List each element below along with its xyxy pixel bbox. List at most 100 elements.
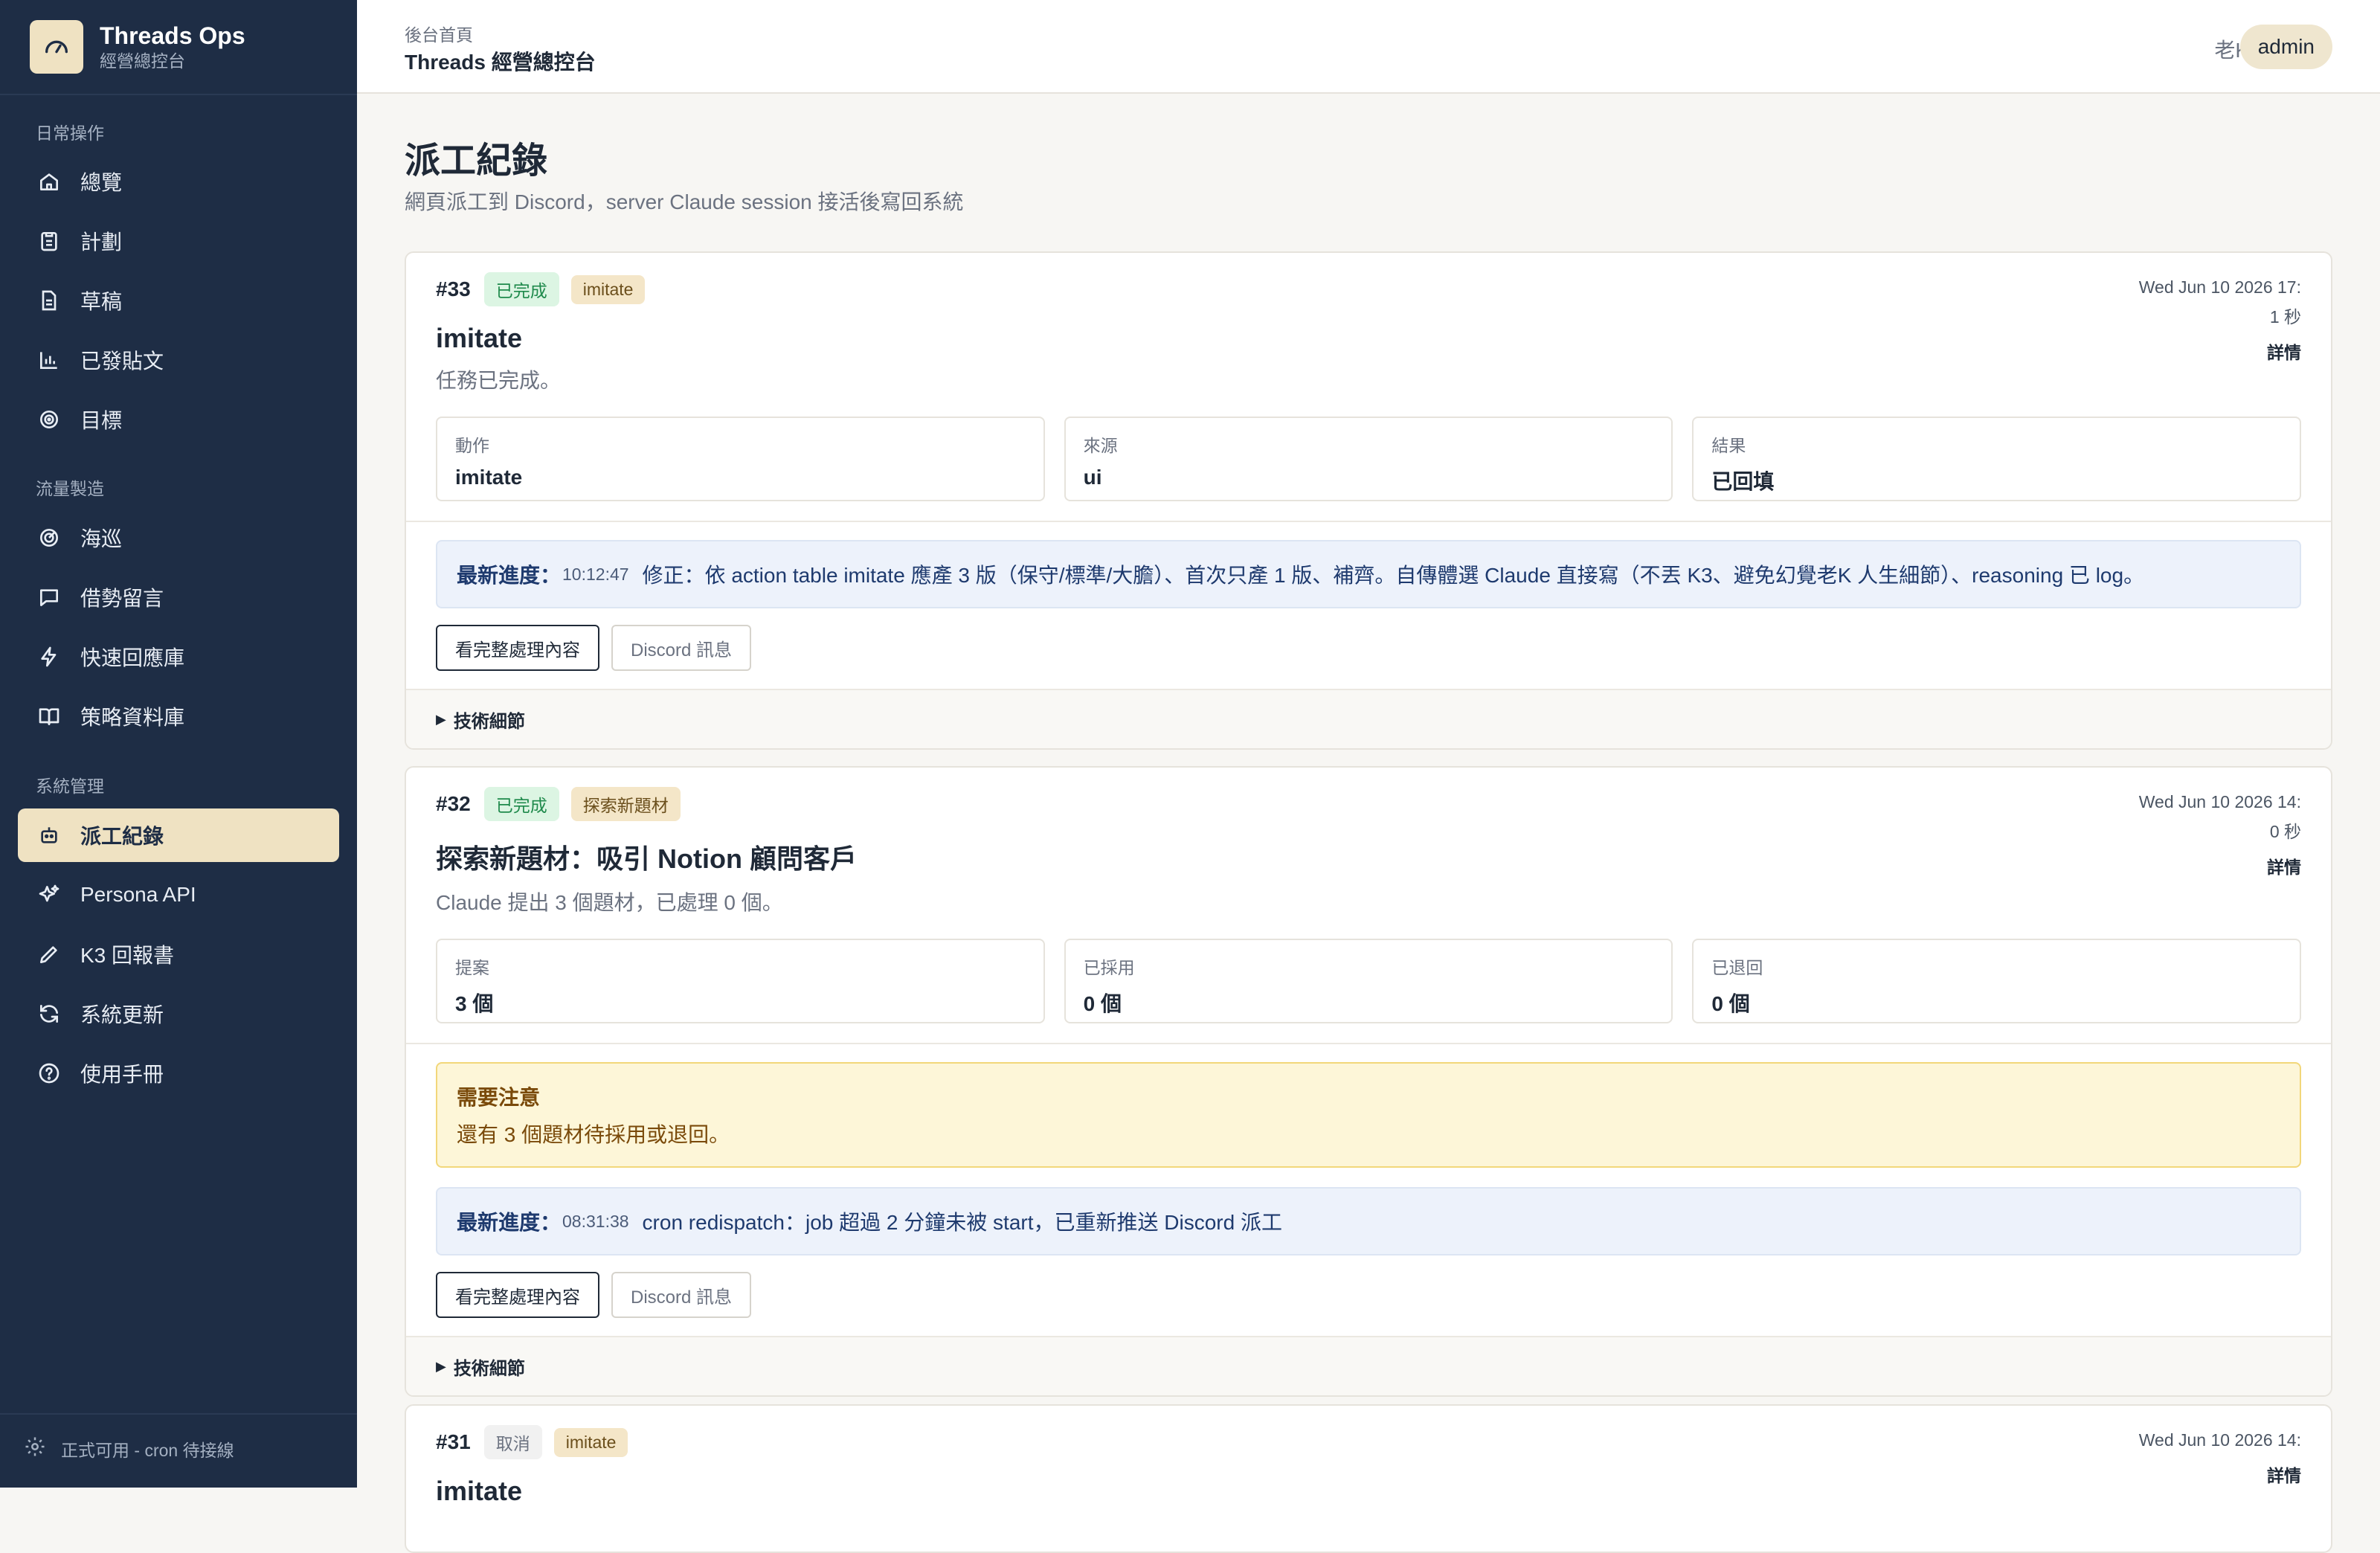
progress-time: 10:12:47 xyxy=(562,564,629,584)
progress-panel: 最新進度： 10:12:47 修正：依 action table imitate… xyxy=(436,540,2301,608)
stat-box: 提案 3 個 xyxy=(436,939,1045,1023)
target-icon xyxy=(36,406,62,433)
sidebar-item-label: 系統更新 xyxy=(80,1003,164,1026)
stat-value: imitate xyxy=(455,466,523,489)
sidebar-item-strategy-db[interactable]: 策略資料庫 xyxy=(18,689,339,743)
stat-label: 提案 xyxy=(455,958,489,977)
lightning-icon xyxy=(36,643,62,670)
app-root: Threads Ops 經營總控台 日常操作 總覽 計劃 草稿 已發貼文 目標 … xyxy=(0,0,2380,1553)
progress-label: 最新進度： xyxy=(457,1211,562,1234)
job-timestamp: Wed Jun 10 2026 14: xyxy=(2138,792,2301,811)
sidebar-item-system-update[interactable]: 系統更新 xyxy=(18,987,339,1041)
job-id: #31 xyxy=(436,1430,471,1453)
progress-text: cron redispatch：job 超過 2 分鐘未被 start，已重新推… xyxy=(642,1211,1282,1234)
progress-label: 最新進度： xyxy=(457,564,562,587)
job-card: #32 已完成 探索新題材 Wed Jun 10 2026 14: 0 秒 詳情… xyxy=(405,766,2332,1397)
sidebar-item-label: Persona API xyxy=(80,883,196,906)
progress-time: 08:31:38 xyxy=(562,1211,629,1231)
stat-box: 已退回 0 個 xyxy=(1692,939,2302,1023)
tech-details-label: 技術細節 xyxy=(453,1358,525,1379)
warning-title: 需要注意 xyxy=(457,1086,541,1109)
pen-icon xyxy=(36,941,62,968)
book-icon xyxy=(36,703,62,730)
sidebar-item-overview[interactable]: 總覽 xyxy=(18,155,339,208)
nav-section-daily: 日常操作 xyxy=(36,123,104,143)
sidebar-item-label: 策略資料庫 xyxy=(80,706,185,729)
type-badge: imitate xyxy=(570,274,646,304)
sidebar-footer: 正式可用 - cron 待接線 xyxy=(24,1435,234,1462)
sidebar-item-label: 海巡 xyxy=(80,527,123,550)
sidebar-item-comments[interactable]: 借勢留言 xyxy=(18,570,339,624)
triangle-right-icon: ▶ xyxy=(436,1358,446,1374)
sidebar-item-label: K3 回報書 xyxy=(80,944,175,967)
sidebar-footer-divider xyxy=(0,1413,357,1415)
sidebar-item-dispatch-log[interactable]: 派工紀錄 xyxy=(18,808,339,862)
progress-panel: 最新進度： 08:31:38 cron redispatch：job 超過 2 … xyxy=(436,1187,2301,1255)
home-icon xyxy=(36,168,62,195)
job-time: Wed Jun 10 2026 14: 詳情 xyxy=(2139,1425,2301,1491)
document-icon xyxy=(36,287,62,314)
job-message: 任務已完成。 xyxy=(436,369,562,392)
stat-box: 動作 imitate xyxy=(436,417,1045,501)
stat-value: 0 個 xyxy=(1083,992,1122,1015)
sidebar-item-persona-api[interactable]: Persona API xyxy=(18,868,339,922)
message-icon xyxy=(36,584,62,611)
role-badge[interactable]: admin xyxy=(2239,25,2332,69)
status-badge: 已完成 xyxy=(483,787,559,821)
sidebar-item-label: 計劃 xyxy=(80,231,123,254)
sidebar-item-manual[interactable]: 使用手冊 xyxy=(18,1046,339,1100)
job-message: Claude 提出 3 個題材，已處理 0 個。 xyxy=(436,891,783,914)
stat-value: ui xyxy=(1083,466,1102,489)
sidebar-item-label: 總覽 xyxy=(80,171,123,194)
radar-icon xyxy=(36,524,62,551)
detail-link[interactable]: 詳情 xyxy=(2139,852,2301,882)
job-title: imitate xyxy=(436,323,523,353)
job-title: imitate xyxy=(436,1476,523,1506)
gauge-icon xyxy=(30,20,83,74)
view-full-button[interactable]: 看完整處理內容 xyxy=(436,1272,599,1318)
stat-value: 已回填 xyxy=(1711,470,1775,493)
tech-details-toggle[interactable]: ▶ 技術細節 xyxy=(406,1336,2331,1395)
stat-value: 3 個 xyxy=(455,992,494,1015)
stat-label: 結果 xyxy=(1711,436,1746,455)
brand[interactable]: Threads Ops 經營總控台 xyxy=(30,19,245,74)
gear-icon[interactable] xyxy=(24,1435,61,1462)
sidebar-item-k3-reports[interactable]: K3 回報書 xyxy=(18,927,339,981)
nav-section-traffic: 流量製造 xyxy=(36,479,104,498)
sidebar-item-patrol[interactable]: 海巡 xyxy=(18,511,339,565)
sidebar-item-quick-replies[interactable]: 快速回應庫 xyxy=(18,630,339,684)
job-timestamp: Wed Jun 10 2026 17: xyxy=(2138,277,2301,297)
job-stats: 提案 3 個 已採用 0 個 已退回 0 個 xyxy=(436,939,2302,1043)
stat-box: 已採用 0 個 xyxy=(1064,939,1673,1023)
breadcrumb[interactable]: 後台首頁 xyxy=(405,21,473,46)
job-duration: 0 秒 xyxy=(2269,822,2301,841)
progress-text: 修正：依 action table imitate 應產 3 版（保守/標準/大… xyxy=(642,564,2145,587)
discord-message-button[interactable]: Discord 訊息 xyxy=(611,625,752,671)
job-card: #33 已完成 imitate Wed Jun 10 2026 17: 1 秒 … xyxy=(405,251,2332,750)
triangle-right-icon: ▶ xyxy=(436,711,446,727)
page-title: 派工紀錄 xyxy=(405,141,548,181)
sidebar-item-drafts[interactable]: 草稿 xyxy=(18,274,339,327)
stat-label: 動作 xyxy=(455,436,489,455)
job-timestamp: Wed Jun 10 2026 14: xyxy=(2138,1430,2301,1450)
discord-message-button[interactable]: Discord 訊息 xyxy=(611,1272,752,1318)
sidebar-item-label: 快速回應庫 xyxy=(80,646,185,669)
job-card: #31 取消 imitate Wed Jun 10 2026 14: 詳情 im… xyxy=(405,1404,2332,1553)
sidebar-item-label: 使用手冊 xyxy=(80,1063,164,1086)
sidebar-item-published[interactable]: 已發貼文 xyxy=(18,333,339,387)
main-content: 派工紀錄 網頁派工到 Discord，server Claude session… xyxy=(405,94,2332,1553)
sidebar-item-goals[interactable]: 目標 xyxy=(18,393,339,446)
stat-label: 來源 xyxy=(1083,436,1118,455)
job-id: #32 xyxy=(436,792,471,815)
job-stats: 動作 imitate 來源 ui 結果 已回填 xyxy=(436,417,2302,521)
job-duration: 1 秒 xyxy=(2269,307,2301,327)
tech-details-toggle[interactable]: ▶ 技術細節 xyxy=(406,689,2331,748)
status-badge: 已完成 xyxy=(483,272,559,306)
sidebar-item-plan[interactable]: 計劃 xyxy=(18,214,339,268)
sparkles-icon xyxy=(36,881,62,908)
status-badge: 取消 xyxy=(483,1425,542,1459)
detail-link[interactable]: 詳情 xyxy=(2139,1461,2301,1491)
sidebar-item-label: 目標 xyxy=(80,409,123,432)
detail-link[interactable]: 詳情 xyxy=(2139,338,2301,367)
view-full-button[interactable]: 看完整處理內容 xyxy=(436,625,599,671)
